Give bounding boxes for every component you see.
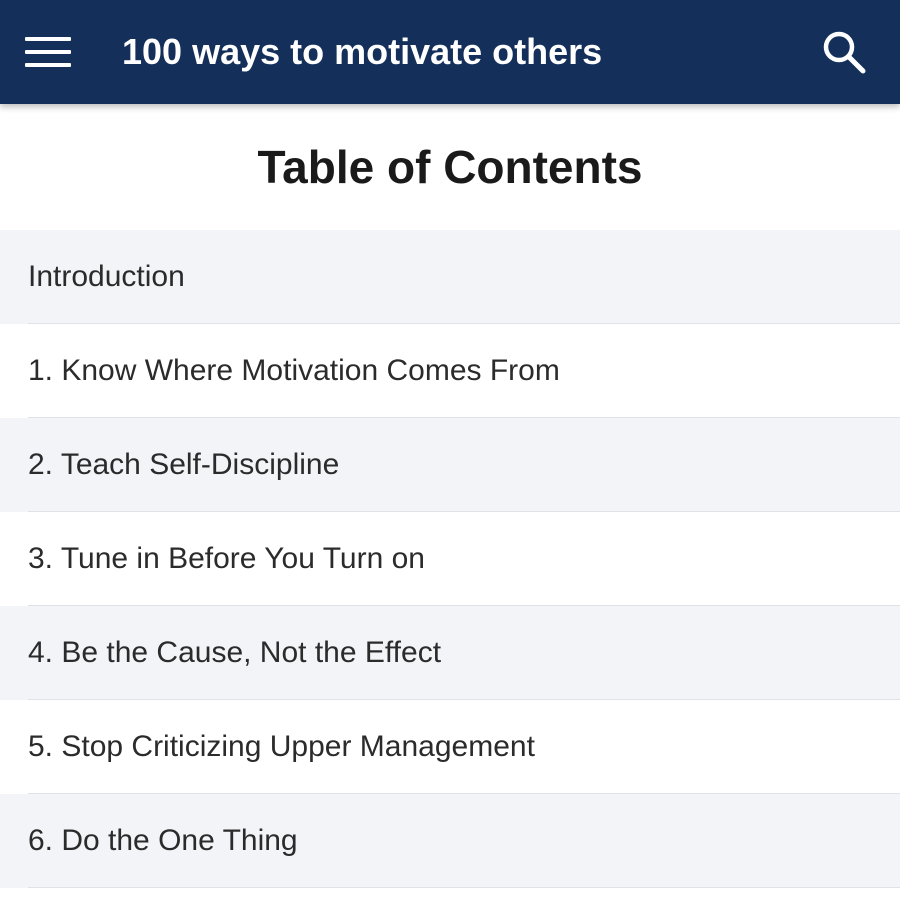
- content-area: Table of Contents Introduction 1. Know W…: [0, 104, 900, 900]
- toc-item-5[interactable]: 5. Stop Criticizing Upper Management: [0, 700, 900, 794]
- search-button[interactable]: [812, 24, 876, 80]
- page-title: Table of Contents: [257, 141, 643, 193]
- search-icon: [823, 31, 866, 74]
- hamburger-menu-icon: [25, 37, 71, 67]
- menu-button[interactable]: [18, 27, 78, 77]
- toc-item-3[interactable]: 3. Tune in Before You Turn on: [0, 512, 900, 606]
- toc-item-introduction[interactable]: Introduction: [0, 230, 900, 324]
- toc-list: Introduction 1. Know Where Motivation Co…: [0, 230, 900, 888]
- toc-item-6[interactable]: 6. Do the One Thing: [0, 794, 900, 888]
- toc-item-4[interactable]: 4. Be the Cause, Not the Effect: [0, 606, 900, 700]
- toc-item-2[interactable]: 2. Teach Self-Discipline: [0, 418, 900, 512]
- app-bar: 100 ways to motivate others: [0, 0, 900, 104]
- toc-item-1[interactable]: 1. Know Where Motivation Comes From: [0, 324, 900, 418]
- app-title: 100 ways to motivate others: [122, 31, 603, 72]
